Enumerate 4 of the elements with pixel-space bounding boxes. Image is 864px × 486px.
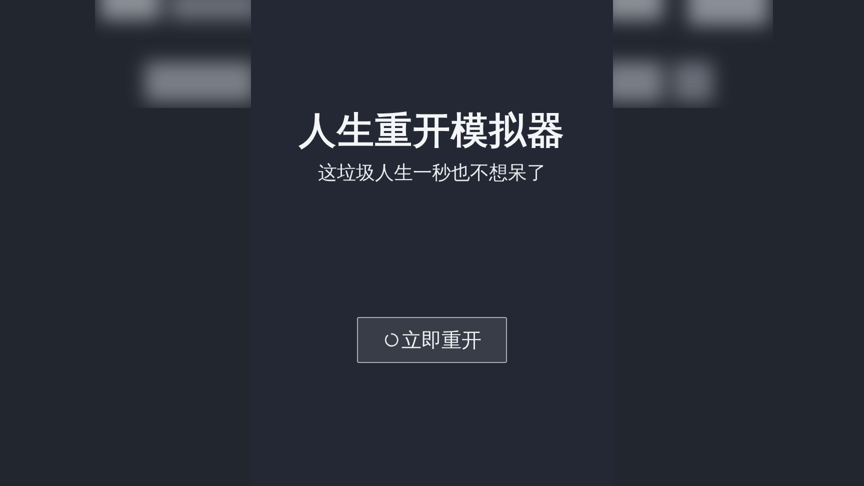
refresh-icon [382, 332, 398, 348]
restart-button[interactable]: 立即重开 [357, 317, 507, 363]
app-title: 人生重开模拟器 [299, 108, 565, 154]
app-subtitle: 这垃圾人生一秒也不想呆了 [318, 161, 546, 186]
